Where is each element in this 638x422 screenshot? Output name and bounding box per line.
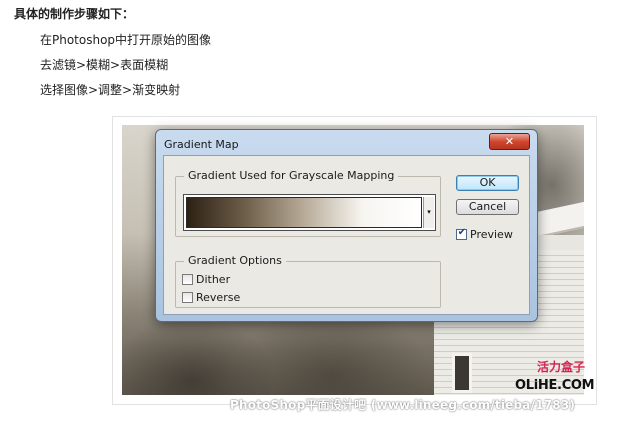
step-line: 去滤镜>模糊>表面模糊	[40, 58, 169, 72]
gradient-picker[interactable]: ▾	[183, 194, 436, 231]
gradient-group-label: Gradient Used for Grayscale Mapping	[184, 169, 399, 182]
preview-checkbox[interactable]: ✔	[456, 227, 467, 240]
cancel-button[interactable]: Cancel	[456, 199, 519, 215]
gradient-map-dialog: Gradient Map ✕ Gradient Used for Graysca…	[155, 129, 538, 322]
close-button[interactable]: ✕	[489, 133, 530, 150]
ok-button[interactable]: OK	[456, 175, 519, 191]
checkmark-icon: ✔	[457, 227, 467, 238]
dither-option[interactable]: Dither	[182, 273, 230, 287]
step-line: 在Photoshop中打开原始的图像	[40, 33, 212, 47]
chevron-down-icon: ▾	[427, 208, 431, 216]
image-watermark-site: OLiHE.COM	[515, 378, 595, 393]
preview-label: Preview	[470, 228, 513, 241]
reverse-checkbox[interactable]	[182, 292, 193, 303]
reverse-option[interactable]: Reverse	[182, 291, 240, 305]
gradient-dropdown-button[interactable]: ▾	[423, 197, 434, 228]
gradient-options-groupbox: Gradient Options Dither Reverse	[175, 254, 441, 308]
article-heading: 具体的制作步骤如下：	[14, 7, 135, 21]
footer-watermark: PhotoShop平面设计吧 (www.lineeg.com/tieba/178…	[230, 398, 576, 412]
step-line: 选择图像>调整>渐变映射	[40, 83, 181, 97]
close-icon: ✕	[504, 135, 515, 148]
dialog-body: Gradient Used for Grayscale Mapping ▾ Gr…	[163, 155, 530, 315]
preview-option[interactable]: ✔ Preview	[456, 227, 513, 242]
gradient-groupbox: Gradient Used for Grayscale Mapping ▾	[175, 169, 441, 237]
dialog-title: Gradient Map	[164, 138, 239, 151]
reverse-label: Reverse	[196, 291, 241, 304]
gradient-swatch[interactable]	[186, 197, 422, 228]
dither-checkbox[interactable]	[182, 274, 193, 285]
house-window	[452, 353, 472, 393]
image-watermark-cn: 活力盒子	[537, 360, 586, 374]
dither-label: Dither	[196, 273, 231, 286]
options-group-label: Gradient Options	[184, 254, 286, 267]
